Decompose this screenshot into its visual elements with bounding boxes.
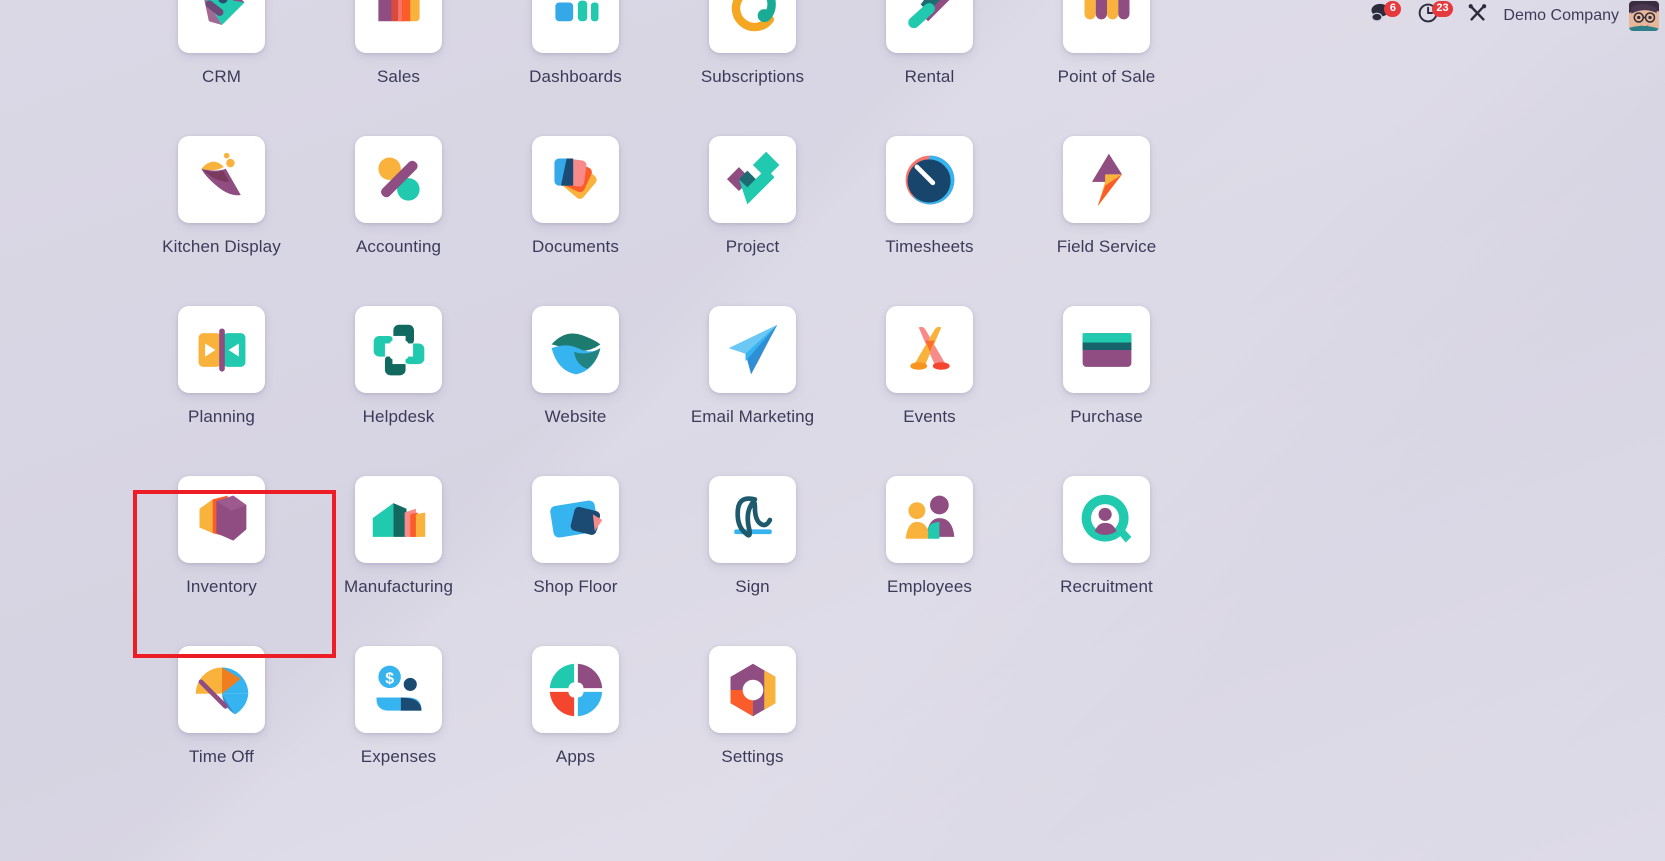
app-label: Helpdesk xyxy=(362,407,435,426)
planning-icon xyxy=(178,306,265,393)
app-label: Project xyxy=(725,237,780,256)
manufacturing-icon xyxy=(355,476,442,563)
developer-tools-button[interactable] xyxy=(1460,0,1495,31)
messages-badge: 6 xyxy=(1384,1,1402,17)
company-switcher[interactable]: Demo Company xyxy=(1495,7,1629,25)
app-label: Timesheets xyxy=(885,237,974,256)
sign-icon xyxy=(709,476,796,563)
app-label: Sign xyxy=(735,577,770,596)
inventory-icon xyxy=(178,476,265,563)
kitchen-display-icon xyxy=(178,136,265,223)
app-item-settings[interactable]: Settings xyxy=(664,628,841,798)
app-item-events[interactable]: Events xyxy=(841,288,1018,458)
app-item-website[interactable]: Website xyxy=(487,288,664,458)
messages-menu-button[interactable]: 6 xyxy=(1364,0,1402,31)
app-label: CRM xyxy=(201,67,241,86)
systray: 6 23 Demo Company xyxy=(0,0,1665,31)
user-avatar-icon xyxy=(1629,0,1659,31)
app-label: Website xyxy=(544,407,607,426)
apps-grid: CRM Sales Dashboards Subscriptions Renta… xyxy=(133,0,1193,798)
app-item-manufacturing[interactable]: Manufacturing xyxy=(310,458,487,628)
app-item-time-off[interactable]: Time Off xyxy=(133,628,310,798)
app-item-expenses[interactable]: $ Expenses xyxy=(310,628,487,798)
app-item-project[interactable]: Project xyxy=(664,118,841,288)
app-item-accounting[interactable]: Accounting xyxy=(310,118,487,288)
time-off-icon xyxy=(178,646,265,733)
app-label: Kitchen Display xyxy=(162,237,281,256)
app-item-shop-floor[interactable]: Shop Floor xyxy=(487,458,664,628)
app-item-helpdesk[interactable]: Helpdesk xyxy=(310,288,487,458)
app-label: Accounting xyxy=(355,237,442,256)
app-label: Planning xyxy=(188,407,255,426)
app-item-employees[interactable]: Employees xyxy=(841,458,1018,628)
app-label: Shop Floor xyxy=(533,577,618,596)
timesheets-icon xyxy=(886,136,973,223)
app-label: Employees xyxy=(887,577,972,596)
app-item-planning[interactable]: Planning xyxy=(133,288,310,458)
documents-icon xyxy=(532,136,619,223)
app-label: Dashboards xyxy=(529,67,622,86)
shop-floor-icon xyxy=(532,476,619,563)
app-item-inventory[interactable]: Inventory xyxy=(133,458,310,628)
app-item-recruitment[interactable]: Recruitment xyxy=(1018,458,1195,628)
settings-icon xyxy=(709,646,796,733)
project-icon xyxy=(709,136,796,223)
recruitment-icon xyxy=(1063,476,1150,563)
app-label: Manufacturing xyxy=(343,577,454,596)
app-label: Recruitment xyxy=(1060,577,1153,596)
app-label: Settings xyxy=(721,747,784,766)
app-label: Expenses xyxy=(360,747,437,766)
accounting-icon xyxy=(355,136,442,223)
app-label: Documents xyxy=(532,237,619,256)
app-item-purchase[interactable]: Purchase xyxy=(1018,288,1195,458)
events-icon xyxy=(886,306,973,393)
website-icon xyxy=(532,306,619,393)
app-label: Field Service xyxy=(1056,237,1157,256)
activities-menu-button[interactable]: 23 xyxy=(1412,0,1453,31)
app-item-sign[interactable]: Sign xyxy=(664,458,841,628)
apps-icon xyxy=(532,646,619,733)
wrench-screwdriver-icon xyxy=(1466,2,1489,29)
app-item-field-service[interactable]: Field Service xyxy=(1018,118,1195,288)
svg-text:$: $ xyxy=(385,670,394,687)
app-label: Sales xyxy=(376,67,421,86)
app-item-apps[interactable]: Apps xyxy=(487,628,664,798)
field-service-icon xyxy=(1063,136,1150,223)
app-label: Point of Sale xyxy=(1057,67,1156,86)
app-drawer: 6 23 Demo Company CRM Sales Dashboards S… xyxy=(0,0,1665,861)
helpdesk-icon xyxy=(355,306,442,393)
app-item-timesheets[interactable]: Timesheets xyxy=(841,118,1018,288)
app-label: Events xyxy=(903,407,956,426)
app-label: Purchase xyxy=(1070,407,1143,426)
employees-icon xyxy=(886,476,973,563)
app-label: Time Off xyxy=(188,747,255,766)
purchase-icon xyxy=(1063,306,1150,393)
email-marketing-icon xyxy=(709,306,796,393)
expenses-icon: $ xyxy=(355,646,442,733)
activities-badge: 23 xyxy=(1432,1,1453,17)
app-label: Email Marketing xyxy=(690,407,815,426)
app-item-documents[interactable]: Documents xyxy=(487,118,664,288)
app-label: Subscriptions xyxy=(700,67,805,86)
app-item-email-marketing[interactable]: Email Marketing xyxy=(664,288,841,458)
app-item-kitchen-display[interactable]: Kitchen Display xyxy=(133,118,310,288)
app-label: Rental xyxy=(904,67,955,86)
app-label: Inventory xyxy=(186,577,257,596)
app-label: Apps xyxy=(555,747,596,766)
user-avatar[interactable] xyxy=(1629,0,1659,31)
